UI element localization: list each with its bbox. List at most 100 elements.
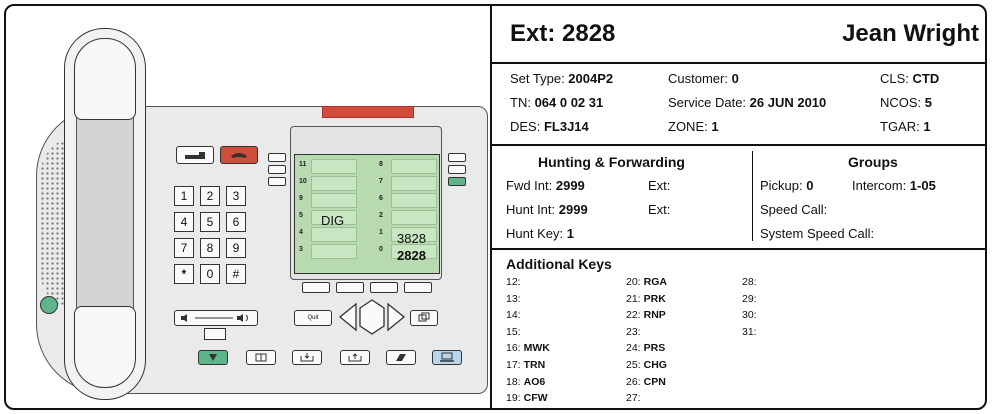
cls-row: CLS: CTD [880, 71, 940, 86]
keypad-key[interactable]: * [174, 264, 194, 284]
key-assignment: AO6 [523, 375, 546, 388]
soft-key-4[interactable] [404, 282, 432, 293]
key-number: 17: [506, 359, 521, 371]
lcd-right-number: 0 [379, 246, 383, 253]
tgar-row: TGAR: 1 [880, 119, 931, 134]
lcd-line-field [391, 159, 437, 174]
key-number: 28: [742, 276, 757, 288]
additional-key-row: 24: PRS [626, 342, 665, 354]
directory-button[interactable] [246, 350, 276, 365]
keypad-key[interactable]: 6 [226, 212, 246, 232]
navigation-cluster[interactable] [338, 298, 406, 336]
lcd-right-number: 6 [379, 195, 383, 202]
set-type-value: 2004P2 [568, 71, 614, 86]
mute-button[interactable] [204, 328, 226, 340]
shift-button[interactable] [386, 350, 416, 365]
cls-value: CTD [912, 71, 940, 86]
keypad-key[interactable]: 3 [226, 186, 246, 206]
computer-icon [440, 352, 454, 362]
volume-control[interactable] [174, 310, 258, 326]
service-date-row: Service Date: 26 JUN 2010 [668, 95, 827, 110]
lcd-left-number: 9 [299, 195, 303, 202]
key-number: 27: [626, 392, 641, 405]
groups-title: Groups [848, 154, 898, 170]
intercom-row: Intercom: 1-05 [852, 178, 936, 193]
lcd-line-1-value: 3828 [397, 231, 426, 246]
lcd-display: 11 10 9 5 4 3 8 7 6 2 1 0 DIG 3828 2828 [294, 154, 440, 274]
inbox-button[interactable] [292, 350, 322, 365]
line-key-left-3[interactable] [268, 177, 286, 186]
line-key-left-1[interactable] [268, 153, 286, 162]
keypad-key[interactable]: # [226, 264, 246, 284]
key-number: 30: [742, 309, 757, 322]
release-button[interactable] [220, 146, 258, 164]
lcd-line-field [311, 193, 357, 208]
hunt-key-value: 1 [566, 226, 574, 241]
key-number: 12: [506, 276, 521, 288]
services-button[interactable] [198, 350, 228, 365]
lcd-line-field [391, 210, 437, 225]
line-key-left-2[interactable] [268, 165, 286, 174]
lcd-dig-label: DIG [321, 213, 345, 228]
hunt-ext-label: Ext: [648, 202, 671, 217]
des-row: DES: FL3J14 [510, 119, 589, 134]
key-number: 18: [506, 375, 521, 388]
lcd-left-number: 5 [299, 212, 303, 219]
speed-call-label: Speed Call: [760, 202, 828, 217]
lcd-right-number: 1 [379, 229, 383, 236]
tn-value: 064 0 02 31 [534, 95, 604, 110]
key-number: 23: [626, 325, 641, 338]
key-assignment: TRN [523, 359, 546, 371]
additional-key-row: 22: RNP [626, 309, 666, 321]
user-name: Jean Wright [842, 20, 979, 47]
lcd-right-number: 7 [379, 178, 383, 185]
fwd-ext-label: Ext: [648, 178, 671, 193]
soft-key-2[interactable] [336, 282, 364, 293]
customer-row: Customer: 0 [668, 71, 739, 86]
keypad-key[interactable]: 2 [200, 186, 220, 206]
divider [492, 248, 985, 250]
directory-icon [255, 353, 267, 362]
additional-key-row: 16: MWK [506, 342, 550, 354]
keypad-key[interactable]: 4 [174, 212, 194, 232]
service-date-value: 26 JUN 2010 [749, 95, 827, 110]
line-key-right-2[interactable] [448, 165, 466, 174]
key-number: 25: [626, 359, 641, 371]
keypad-key[interactable]: 0 [200, 264, 220, 284]
lcd-line-field [391, 176, 437, 191]
key-number: 16: [506, 342, 521, 355]
phone-card: 11 10 9 5 4 3 8 7 6 2 1 0 DIG 3828 2828 Quit [4, 4, 987, 410]
keypad-key[interactable]: 1 [174, 186, 194, 206]
ncos-row: NCOS: 5 [880, 95, 933, 110]
additional-key-row: 19: CFW [506, 392, 548, 404]
message-waiting-light[interactable] [40, 296, 58, 314]
ringing-indicator [322, 106, 414, 118]
headset-button[interactable] [432, 350, 462, 365]
additional-key-row: 27: [626, 392, 644, 404]
soft-key-3[interactable] [370, 282, 398, 293]
lcd-line-field [391, 193, 437, 208]
additional-key-row: 30: [742, 309, 760, 321]
copy-button[interactable] [410, 310, 438, 326]
keypad-key[interactable]: 8 [200, 238, 220, 258]
soft-key-1[interactable] [302, 282, 330, 293]
keypad-key[interactable]: 7 [174, 238, 194, 258]
keypad-key[interactable]: 9 [226, 238, 246, 258]
key-number: 22: [626, 309, 641, 322]
volume-icon [181, 314, 248, 322]
additional-key-row: 14: [506, 309, 524, 321]
line-key-right-1[interactable] [448, 153, 466, 162]
hunt-int-row: Hunt Int: 2999 [506, 202, 588, 217]
key-number: 14: [506, 309, 521, 322]
outbox-icon [348, 353, 362, 362]
quit-button[interactable]: Quit [294, 310, 332, 326]
key-number: 19: [506, 392, 521, 405]
tgar-value: 1 [923, 119, 931, 134]
hold-button[interactable] [176, 146, 214, 164]
outbox-button[interactable] [340, 350, 370, 365]
keypad-key[interactable]: 5 [200, 212, 220, 232]
lcd-right-number: 8 [379, 161, 383, 168]
set-type-row: Set Type: 2004P2 [510, 71, 614, 86]
line-key-right-3[interactable] [448, 177, 466, 186]
customer-value: 0 [731, 71, 739, 86]
